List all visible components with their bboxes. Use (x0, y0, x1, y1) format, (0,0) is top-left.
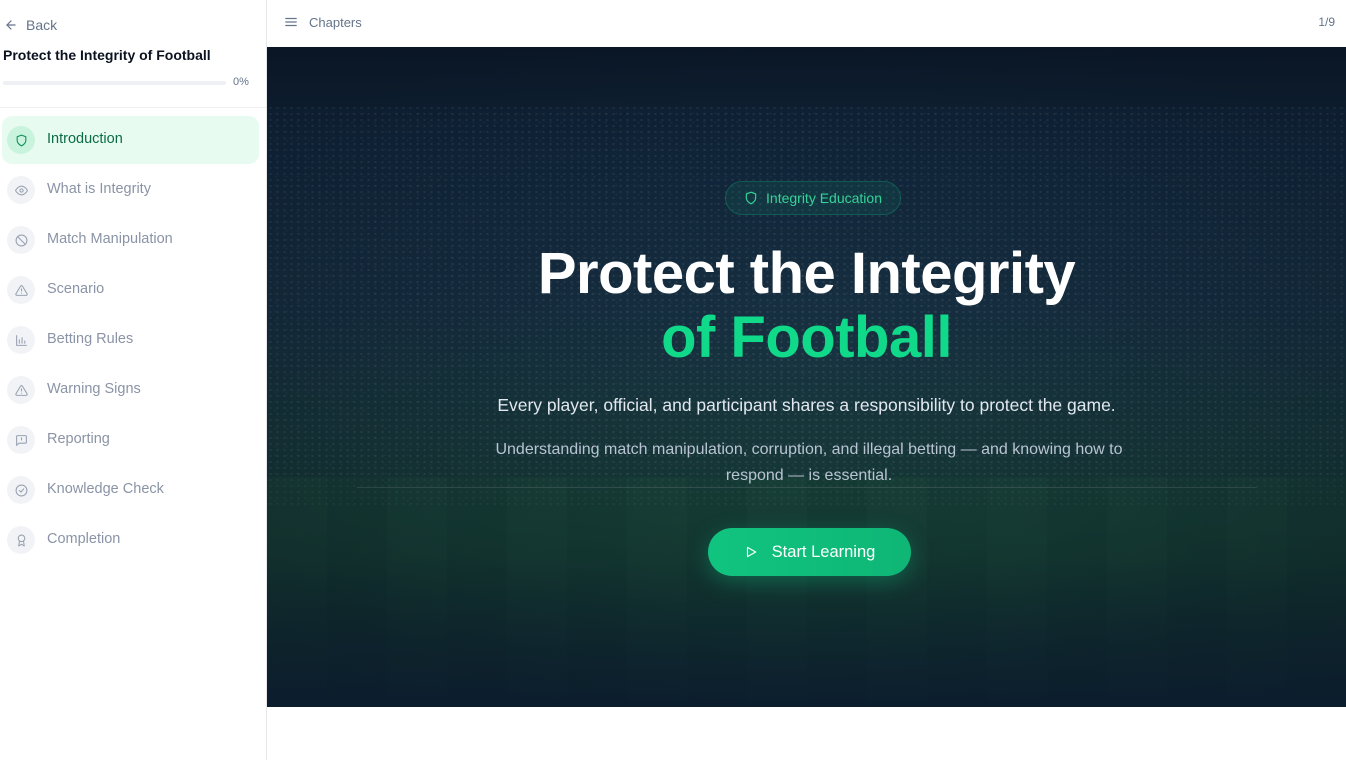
shield-icon (745, 191, 757, 205)
top-bar: Chapters 1/9 (267, 0, 1346, 46)
hero-lead-text: Every player, official, and participant … (497, 395, 1116, 415)
chapter-label: Betting Rules (47, 331, 134, 347)
warning-triangle-icon (7, 376, 35, 404)
course-title: Protect the Integrity of Football (3, 47, 211, 63)
start-learning-label: Start Learning (771, 542, 876, 561)
chapter-item-what-is-integrity[interactable]: What is Integrity (2, 166, 259, 214)
chapter-item-knowledge-check[interactable]: Knowledge Check (2, 466, 259, 514)
ban-icon (7, 226, 35, 254)
hero-banner: Integrity Education Protect the Integrit… (267, 47, 1346, 707)
chapter-item-match-manipulation[interactable]: Match Manipulation (2, 216, 259, 264)
chapter-label: Knowledge Check (47, 481, 164, 497)
progress-percent: 0% (233, 76, 249, 88)
chapter-item-introduction[interactable]: Introduction (2, 116, 259, 164)
chapter-item-scenario[interactable]: Scenario (2, 266, 259, 314)
category-badge: Integrity Education (725, 181, 901, 215)
eye-icon (7, 176, 35, 204)
sidebar-divider (0, 107, 266, 108)
chapter-item-completion[interactable]: Completion (2, 516, 259, 564)
hero-title: Protect the Integrity (537, 241, 1076, 306)
sidebar: Back Protect the Integrity of Football 0… (0, 0, 267, 760)
chapter-label: Introduction (47, 131, 123, 147)
start-learning-button[interactable]: Start Learning (708, 528, 911, 576)
shield-icon (7, 126, 35, 154)
chapter-item-warning-signs[interactable]: Warning Signs (2, 366, 259, 414)
chapter-label: Scenario (47, 281, 105, 297)
back-button[interactable]: Back (4, 14, 57, 36)
badge-label: Integrity Education (766, 190, 882, 206)
chapter-list: Introduction What is Integrity Match Man… (0, 116, 266, 566)
chapter-label: Reporting (47, 431, 110, 447)
hero-title-accent: of Football (661, 305, 952, 370)
bar-chart-icon (7, 326, 35, 354)
chapter-item-betting-rules[interactable]: Betting Rules (2, 316, 259, 364)
check-circle-icon (7, 476, 35, 504)
award-icon (7, 526, 35, 554)
chapters-toggle-label[interactable]: Chapters (309, 15, 362, 30)
back-label: Back (26, 17, 58, 33)
page-counter: 1/9 (1318, 15, 1335, 29)
arrow-left-icon (6, 20, 16, 30)
chapter-label: Warning Signs (47, 381, 141, 397)
chapter-label: What is Integrity (47, 181, 151, 197)
chapter-item-reporting[interactable]: Reporting (2, 416, 259, 464)
hero-sub-text: Understanding match manipulation, corrup… (495, 441, 1123, 484)
play-icon (746, 546, 756, 558)
hero-bottom-fade (267, 557, 1346, 707)
chapter-label: Match Manipulation (47, 231, 173, 247)
warning-triangle-icon (7, 276, 35, 304)
progress-bar (3, 81, 226, 85)
message-square-icon (7, 426, 35, 454)
chapter-label: Completion (47, 531, 121, 547)
menu-icon[interactable] (284, 15, 298, 29)
